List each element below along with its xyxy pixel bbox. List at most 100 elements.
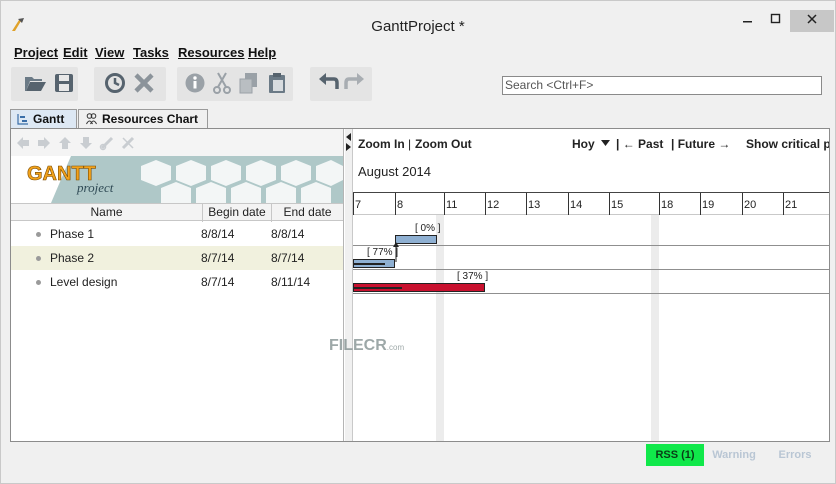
arrow-left-icon[interactable] xyxy=(15,135,31,151)
task-bar[interactable] xyxy=(353,283,485,292)
arrow-down-icon[interactable] xyxy=(78,135,94,151)
panel-splitter[interactable] xyxy=(345,129,353,441)
task-name: Phase 1 xyxy=(50,227,95,241)
chart-row-divider xyxy=(353,293,829,294)
redo-icon xyxy=(344,73,364,89)
filecr-watermark: FILECR.com xyxy=(329,337,404,355)
zoom-in-button[interactable]: Zoom In xyxy=(358,137,405,151)
minimize-button[interactable] xyxy=(735,10,761,32)
task-bar-label: [ 37% ] xyxy=(457,271,489,282)
day-label: 15 xyxy=(611,199,624,211)
chart-toolbar: Zoom In | Zoom Out Hoy | ← Past | Future… xyxy=(353,129,829,155)
day-label: 21 xyxy=(785,199,798,211)
day-tick xyxy=(568,193,569,215)
history-button[interactable] xyxy=(102,70,128,96)
maximize-icon xyxy=(770,13,781,24)
day-tick xyxy=(395,193,396,215)
tab-resources-label: Resources Chart xyxy=(102,112,199,126)
show-critical-path-button[interactable]: Show critical pa xyxy=(746,137,829,151)
future-button[interactable]: | Future → xyxy=(671,137,730,151)
task-bar[interactable] xyxy=(353,259,395,268)
past-button[interactable]: | ← Past xyxy=(616,137,663,151)
gantt-view: GANTT project Name Begin date End date P… xyxy=(10,128,830,442)
day-label: 14 xyxy=(570,199,583,211)
chart-row-divider xyxy=(353,269,829,270)
paste-button[interactable] xyxy=(264,70,290,96)
arrow-right-icon[interactable] xyxy=(36,135,52,151)
gantt-chart-panel: Zoom In | Zoom Out Hoy | ← Past | Future… xyxy=(353,129,829,441)
undo-icon xyxy=(319,73,339,89)
day-tick xyxy=(444,193,445,215)
collapse-left-icon[interactable] xyxy=(346,133,351,141)
arrow-up-icon[interactable] xyxy=(57,135,73,151)
rss-indicator[interactable]: RSS (1) xyxy=(646,444,704,466)
menu-edit[interactable]: Edit xyxy=(63,45,88,60)
undo-button[interactable] xyxy=(315,70,341,96)
watermark-subtext: .com xyxy=(386,343,405,352)
menu-project[interactable]: Project xyxy=(14,45,58,60)
open-button[interactable] xyxy=(22,70,48,96)
tab-gantt-label: Gantt xyxy=(33,112,65,126)
day-label: 12 xyxy=(487,199,500,211)
task-row[interactable]: Phase 2 8/7/14 8/7/14 xyxy=(11,246,343,270)
menu-tasks[interactable]: Tasks xyxy=(133,45,169,60)
column-begin-date[interactable]: Begin date xyxy=(203,205,271,221)
redo-button[interactable] xyxy=(342,70,368,96)
task-begin-date: 8/7/14 xyxy=(201,251,235,265)
menu-resources[interactable]: Resources xyxy=(178,45,244,60)
warning-indicator[interactable]: Warning xyxy=(704,444,764,466)
cut-button[interactable] xyxy=(209,70,235,96)
chart-row-divider xyxy=(353,245,829,246)
banner-logo: GANTT project xyxy=(11,156,343,203)
app-window: GanttProject * Project Edit View Tasks R… xyxy=(0,0,836,484)
close-button[interactable] xyxy=(790,10,834,32)
task-row[interactable]: Phase 1 8/8/14 8/8/14 xyxy=(11,222,343,246)
tab-gantt[interactable]: Gantt xyxy=(10,109,77,128)
status-bar: RSS (1) Warning Errors xyxy=(10,444,830,466)
menu-help[interactable]: Help xyxy=(248,45,276,60)
task-row[interactable]: Level design 8/7/14 8/11/14 xyxy=(11,270,343,294)
task-progress xyxy=(354,287,403,289)
zoom-separator: | xyxy=(408,137,412,151)
tab-resources-chart[interactable]: Resources Chart xyxy=(78,109,208,128)
main-toolbar: Search <Ctrl+F> xyxy=(10,64,832,105)
properties-button[interactable] xyxy=(182,70,208,96)
column-end-date[interactable]: End date xyxy=(272,205,343,221)
weekend-shade xyxy=(436,215,444,441)
day-label: 8 xyxy=(397,199,404,211)
day-tick xyxy=(659,193,660,215)
month-label: August 2014 xyxy=(358,164,432,179)
cut-icon xyxy=(213,72,231,94)
column-name[interactable]: Name xyxy=(11,205,202,221)
day-tick xyxy=(526,193,527,215)
paste-icon xyxy=(269,73,285,93)
zoom-out-button[interactable]: Zoom Out xyxy=(415,137,472,151)
menu-view[interactable]: View xyxy=(95,45,124,60)
task-name: Level design xyxy=(50,275,118,289)
menu-bar: Project Edit View Tasks Resources Help xyxy=(1,43,835,63)
day-label: 13 xyxy=(528,199,541,211)
day-label: 18 xyxy=(661,199,674,211)
day-label: 19 xyxy=(702,199,715,211)
collapse-right-icon[interactable] xyxy=(346,143,351,151)
errors-indicator[interactable]: Errors xyxy=(764,444,826,466)
copy-button[interactable] xyxy=(236,70,262,96)
task-end-date: 8/8/14 xyxy=(271,227,305,241)
task-end-date: 8/11/14 xyxy=(271,275,311,289)
save-button[interactable] xyxy=(51,70,77,96)
task-bar[interactable] xyxy=(395,235,437,244)
day-label: 11 xyxy=(446,199,458,211)
task-end-date: 8/7/14 xyxy=(271,251,305,265)
delete-button[interactable] xyxy=(131,70,157,96)
search-input[interactable]: Search <Ctrl+F> xyxy=(502,76,822,95)
task-bullet-icon xyxy=(36,232,41,237)
timeline-header: 7 8 11 12 13 14 15 18 19 20 21 xyxy=(353,192,829,215)
today-button[interactable]: Hoy xyxy=(572,137,611,151)
delete-icon xyxy=(134,73,154,93)
task-progress xyxy=(354,263,385,265)
link-icon[interactable] xyxy=(99,135,115,151)
day-tick xyxy=(783,193,784,215)
unlink-icon[interactable] xyxy=(120,135,136,151)
copy-icon xyxy=(239,73,257,94)
maximize-button[interactable] xyxy=(762,10,790,32)
